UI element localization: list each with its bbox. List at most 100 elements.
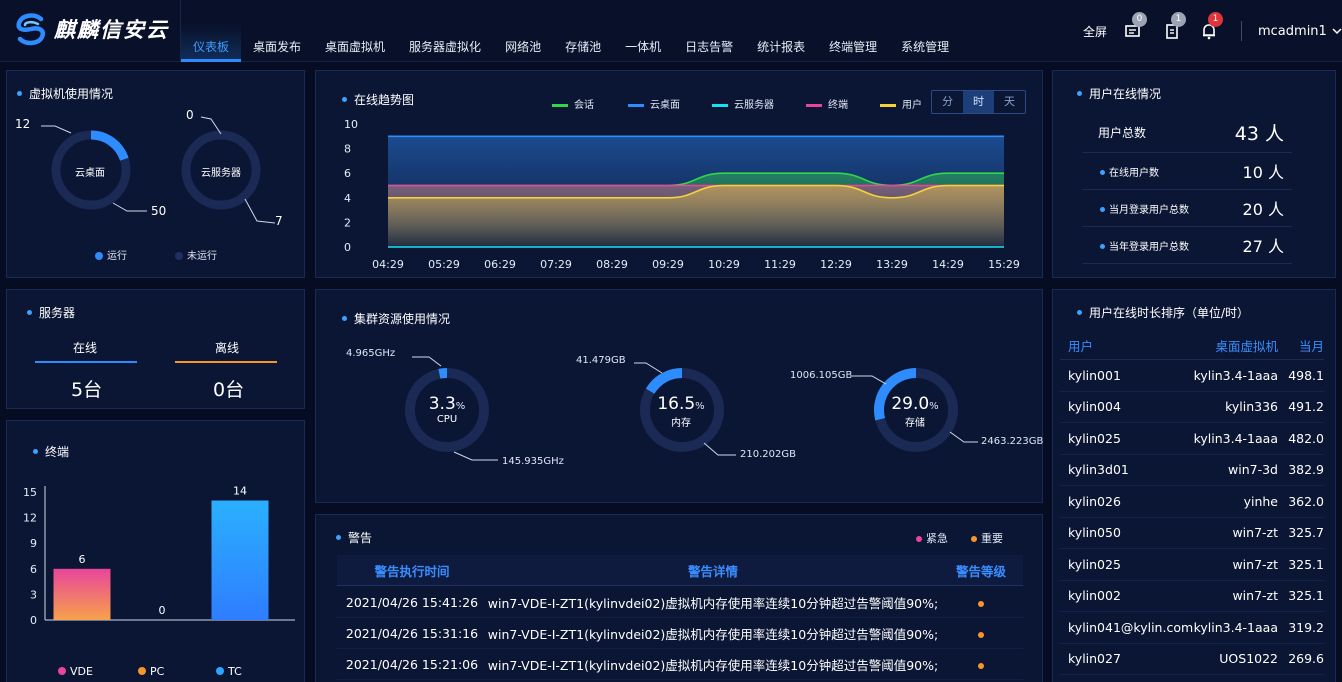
nav-item-server-virtualization[interactable]: 服务器虚拟化 xyxy=(397,0,493,62)
bar-value-label: 14 xyxy=(233,485,247,498)
table-row[interactable]: kylin027 UOS1022 269.6 xyxy=(1060,644,1324,675)
notification-button[interactable]: 1 xyxy=(1200,12,1223,40)
nav-item-desktop-publish[interactable]: 桌面发布 xyxy=(241,0,313,62)
yearly-users-row: 当年登录用户总数 27 人 xyxy=(1082,227,1292,264)
gauge-leader-used-2 xyxy=(852,375,887,385)
nav-item-system-management[interactable]: 系统管理 xyxy=(889,0,961,62)
yearly-users-label: 当年登录用户总数 xyxy=(1109,241,1189,253)
legend-dot-pc xyxy=(138,667,146,675)
rank-user: kylin050 xyxy=(1068,525,1121,541)
bar-value-label: 6 xyxy=(79,553,86,566)
nav-item-dashboard[interactable]: 仪表板 xyxy=(181,0,242,62)
legend-idle: 未运行 xyxy=(175,247,217,262)
legend-dot-vde xyxy=(58,667,66,675)
task-button[interactable]: 1 xyxy=(1163,12,1186,40)
important-dot-icon xyxy=(978,600,984,607)
ranking-header-user: 用户 xyxy=(1068,338,1094,354)
terminal-bar-chart: 0 3 6 9 12 15 6 0 14 VDE PC TC xyxy=(23,485,295,678)
servers-online-label: 在线 xyxy=(73,341,98,355)
alert-level xyxy=(939,626,1023,641)
desktop-donut-label: 云桌面 xyxy=(75,168,105,179)
alert-time: 2021/04/26 15:41:26 xyxy=(345,594,479,610)
alert-detail: win7-VDE-I-ZT1(kylinvdei02)虚拟机内存使用率连续10分… xyxy=(487,595,939,611)
y-tick-label: 8 xyxy=(344,143,351,156)
ranking-header-vm: 桌面虚拟机 xyxy=(1215,338,1278,354)
table-row[interactable]: kylin002 win7-zt 325.1 xyxy=(1060,581,1324,612)
gauge-leader-total-1 xyxy=(703,442,736,456)
y-tick-label: 4 xyxy=(344,192,351,205)
x-tick-label: 11:29 xyxy=(764,258,796,271)
rank-hours: 362.0 xyxy=(1288,493,1324,509)
user-online-title: 用户在线情况 xyxy=(1077,85,1161,102)
alert-header-detail: 警告详情 xyxy=(687,563,738,579)
rank-vm: win7-zt xyxy=(1232,588,1278,604)
table-row[interactable]: kylin025 kylin3.4-1aaa 482.0 xyxy=(1060,423,1324,455)
user-menu[interactable]: mcadmin1 xyxy=(1258,0,1342,62)
rank-vm: win7-zt xyxy=(1232,525,1278,541)
storage-gauge-label: 29.0% 存储 xyxy=(891,394,939,429)
alert-time: 2021/04/26 15:21:06 xyxy=(345,656,479,672)
legend-dot-tc xyxy=(216,667,224,675)
legend-label-tc: TC xyxy=(227,665,242,678)
y-tick-label: 9 xyxy=(30,537,37,550)
nav-item-terminal-management[interactable]: 终端管理 xyxy=(817,0,889,62)
nav-item-all-in-one[interactable]: 一体机 xyxy=(613,0,673,62)
monthly-users-row: 当月登录用户总数 20 人 xyxy=(1082,190,1292,227)
table-row[interactable]: kylin026 yinhe 362.0 xyxy=(1060,486,1324,518)
nav-item-network-pool[interactable]: 网络池 xyxy=(493,0,553,62)
nav-item-desktop-vm[interactable]: 桌面虚拟机 xyxy=(313,0,397,62)
gauge-leader-total-2 xyxy=(949,431,978,443)
rank-user: kylin025 xyxy=(1068,556,1121,572)
storage-used: 1006.105GB xyxy=(790,370,853,381)
table-row[interactable]: kylin3d01 win7-3d 382.9 xyxy=(1060,455,1324,486)
chevron-down-icon xyxy=(1332,28,1342,35)
online-users-label: 在线用户数 xyxy=(1109,167,1159,179)
x-tick-label: 07:29 xyxy=(540,258,572,271)
table-row[interactable]: kylin025 win7-zt 325.1 xyxy=(1060,549,1324,581)
table-row[interactable]: kylin001 kylin3.4-1aaa 498.1 xyxy=(1060,360,1324,392)
rank-hours: 325.7 xyxy=(1288,525,1324,541)
alert-level xyxy=(939,657,1023,672)
rank-hours: 269.6 xyxy=(1288,651,1324,667)
alert-detail: win7-VDE-I-ZT1(kylinvdei02)虚拟机内存使用率连续10分… xyxy=(487,626,939,642)
nav-item-reports[interactable]: 统计报表 xyxy=(745,0,817,62)
x-tick-label: 08:29 xyxy=(596,258,628,271)
message-button[interactable]: 0 xyxy=(1124,12,1147,40)
table-row[interactable]: 2021/04/26 15:31:16 win7-VDE-I-ZT1(kylin… xyxy=(337,618,1023,649)
x-tick-label: 15:29 xyxy=(988,258,1020,271)
nav-item-log-alerts[interactable]: 日志告警 xyxy=(673,0,745,62)
trend-area-chart: 0 2 4 6 8 10 04:29 05:29 06:29 07:29 08:29 09:29 10:… xyxy=(344,118,1020,271)
x-tick-label: 04:29 xyxy=(372,258,404,271)
bar-tc xyxy=(211,500,269,620)
table-row[interactable]: 2021/04/26 15:21:06 win7-VDE-I-ZT1(kylin… xyxy=(337,649,1023,680)
table-row[interactable]: kylin041@kylin.com kylin3.4-1aaa 319.2 xyxy=(1060,612,1324,644)
x-tick-label: 06:29 xyxy=(484,258,516,271)
rank-hours: 325.1 xyxy=(1288,556,1324,572)
nav-item-storage-pool[interactable]: 存储池 xyxy=(553,0,613,62)
rank-hours: 498.1 xyxy=(1288,367,1324,383)
monthly-users-label: 当月登录用户总数 xyxy=(1109,204,1189,216)
message-badge: 0 xyxy=(1132,12,1147,27)
table-row[interactable]: kylin004 kylin336 491.2 xyxy=(1060,392,1324,423)
fullscreen-button[interactable]: 全屏 xyxy=(1083,0,1107,62)
logo[interactable]: 麒麟信安云 xyxy=(14,12,169,46)
online-users-row: 在线用户数 10 人 xyxy=(1082,153,1292,190)
important-dot-icon xyxy=(978,631,984,638)
rank-vm: win7-3d xyxy=(1228,462,1278,478)
table-row[interactable]: 2021/04/26 15:41:26 win7-VDE-I-ZT1(kylin… xyxy=(337,587,1023,618)
gauge-leader-total-0 xyxy=(453,451,498,461)
vm-donuts xyxy=(41,116,276,224)
y-tick-label: 15 xyxy=(23,486,37,499)
y-tick-label: 2 xyxy=(344,216,351,229)
alert-level xyxy=(939,595,1023,610)
mem-used: 41.479GB xyxy=(576,355,626,366)
gauge-leader-used-1 xyxy=(634,362,663,374)
bar-value-label: 0 xyxy=(159,604,166,617)
rank-user: kylin3d01 xyxy=(1068,462,1129,478)
table-row[interactable]: kylin050 win7-zt 325.7 xyxy=(1060,518,1324,549)
vm-usage-panel: 虚拟机使用情况 12 云桌面 50 0 云服务器 7 运行 未运行 xyxy=(6,70,305,278)
task-badge: 1 xyxy=(1171,12,1186,27)
cpu-total: 145.935GHz xyxy=(502,456,564,467)
bar-vde xyxy=(53,568,111,620)
servers-online-count: 5台 xyxy=(71,379,103,401)
